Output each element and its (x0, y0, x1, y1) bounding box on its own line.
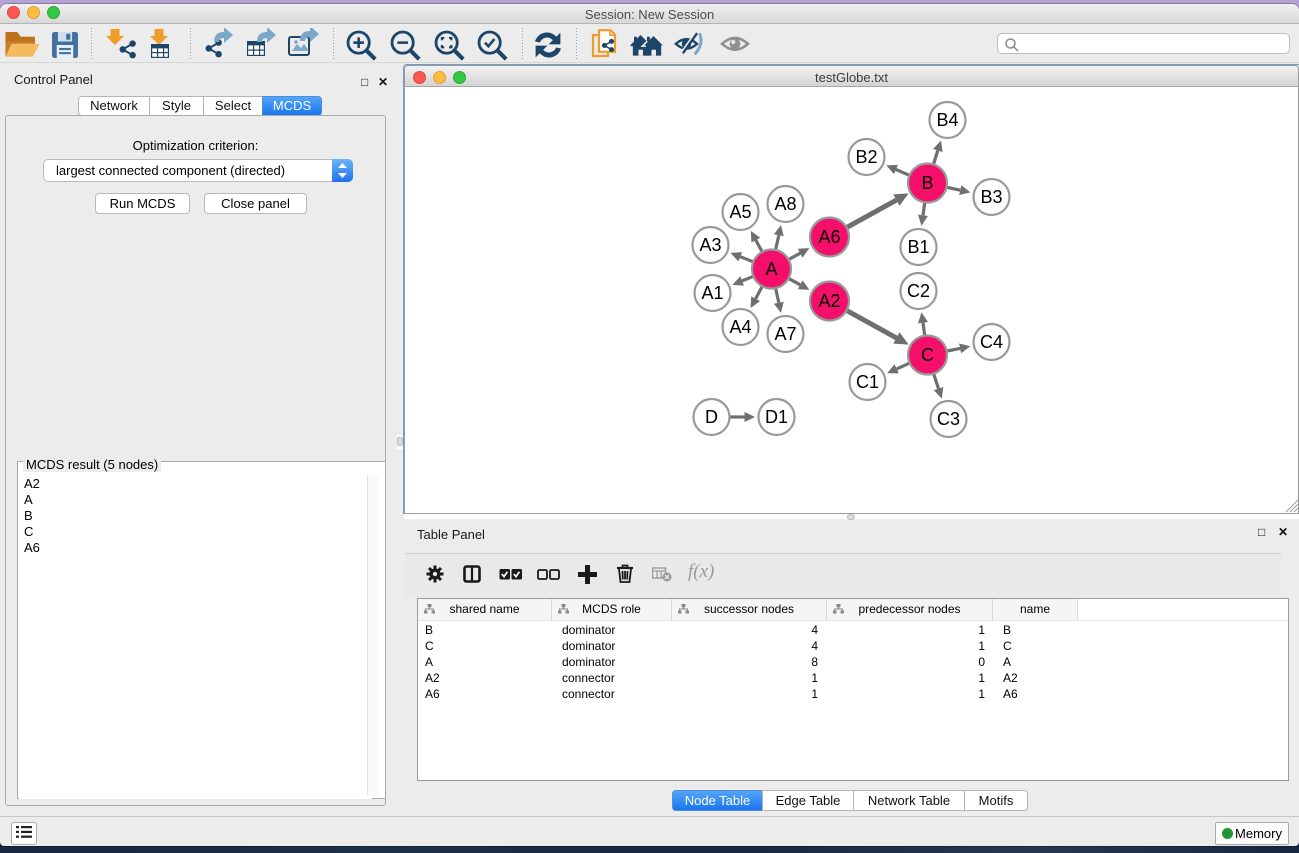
svg-text:A1: A1 (701, 283, 723, 303)
svg-text:A8: A8 (774, 194, 796, 214)
svg-text:B2: B2 (855, 147, 877, 167)
svg-text:B: B (921, 173, 933, 193)
svg-text:A7: A7 (774, 324, 796, 344)
svg-text:C: C (921, 345, 934, 365)
svg-text:D: D (705, 407, 718, 427)
svg-text:C3: C3 (937, 409, 960, 429)
svg-text:D1: D1 (765, 407, 788, 427)
svg-text:A6: A6 (818, 227, 840, 247)
svg-text:A5: A5 (729, 202, 751, 222)
svg-text:A2: A2 (818, 291, 840, 311)
svg-text:A: A (765, 259, 777, 279)
svg-text:B3: B3 (980, 187, 1002, 207)
svg-text:C4: C4 (980, 332, 1003, 352)
svg-text:B4: B4 (936, 110, 958, 130)
svg-text:A4: A4 (729, 317, 751, 337)
svg-text:A3: A3 (699, 235, 721, 255)
svg-text:C2: C2 (907, 281, 930, 301)
svg-text:C1: C1 (856, 372, 879, 392)
svg-text:B1: B1 (907, 237, 929, 257)
